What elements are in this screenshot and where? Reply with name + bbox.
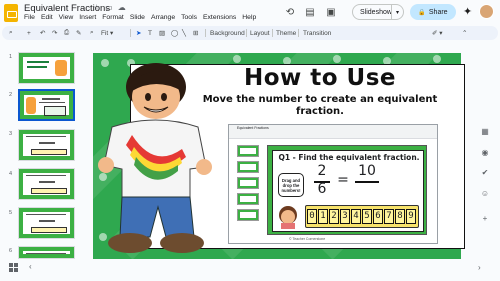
contacts-icon[interactable]: ☺ xyxy=(480,189,490,199)
menu-view[interactable]: View xyxy=(59,14,74,21)
line-icon[interactable]: ╲ xyxy=(182,27,186,39)
collapse-filmstrip-icon[interactable]: ‹ xyxy=(29,262,32,271)
toolbar-divider xyxy=(205,29,206,37)
comment-add-icon[interactable]: ⊞ xyxy=(193,27,198,39)
print-icon[interactable]: ⎙ xyxy=(64,27,69,39)
menu-help[interactable]: Help xyxy=(242,14,256,21)
slide-number: 3 xyxy=(9,131,13,137)
slide-thumbnail-5[interactable] xyxy=(18,207,75,239)
slide-number: 4 xyxy=(9,171,13,177)
background-button[interactable]: Background xyxy=(210,27,245,39)
number-tile[interactable]: 8 xyxy=(395,209,405,224)
menu-arrange[interactable]: Arrange xyxy=(151,14,175,21)
meet-icon[interactable]: ▣ xyxy=(324,5,338,19)
number-tile[interactable]: 5 xyxy=(362,209,372,224)
left-denominator: 6 xyxy=(317,181,327,197)
share-button[interactable]: 🔒 Share xyxy=(410,4,456,20)
equals-sign: = xyxy=(337,172,349,188)
left-numerator: 2 xyxy=(317,163,327,179)
menu-tools[interactable]: Tools xyxy=(181,14,197,21)
search-menus-icon[interactable]: ⌕ xyxy=(9,27,13,39)
right-numerator: 10 xyxy=(358,163,376,179)
zoom-icon[interactable]: ⌕ xyxy=(90,27,94,39)
slide-thumbnail-1[interactable] xyxy=(18,52,75,84)
grid-view-icon[interactable] xyxy=(9,263,18,272)
number-tile[interactable]: 3 xyxy=(340,209,350,224)
number-tile[interactable]: 6 xyxy=(373,209,383,224)
transition-button[interactable]: Transition xyxy=(303,27,331,39)
star-icon[interactable]: ☆ xyxy=(93,3,100,12)
redo-icon[interactable]: ↷ xyxy=(52,27,57,39)
menu-edit[interactable]: Edit xyxy=(41,14,53,21)
slide-number: 5 xyxy=(9,210,13,216)
slideshow-button[interactable]: Slideshow ▾ xyxy=(352,4,404,20)
lock-icon: 🔒 xyxy=(418,9,426,16)
text-box-icon[interactable]: T xyxy=(148,27,152,39)
slide-thumbnail-2[interactable] xyxy=(18,89,75,121)
number-tile[interactable]: 0 xyxy=(307,209,317,224)
toolbar-divider xyxy=(246,29,247,37)
gemini-icon[interactable]: ✦ xyxy=(463,5,472,18)
toolbar-divider xyxy=(298,29,299,37)
share-label: Share xyxy=(428,8,448,16)
slide-number: 2 xyxy=(9,92,13,98)
slideshow-label: Slideshow xyxy=(360,8,392,16)
slide-heading[interactable]: How to Use xyxy=(220,65,420,91)
paint-format-icon[interactable]: ✎ xyxy=(76,27,81,39)
cloud-saved-icon[interactable]: ☁ xyxy=(118,3,126,12)
menu-bar: File Edit View Insert Format Slide Arran… xyxy=(24,14,256,21)
undo-icon[interactable]: ↶ xyxy=(40,27,45,39)
girl-icon xyxy=(279,206,297,229)
question-title: Q1 - Find the equivalent fraction. xyxy=(278,153,420,162)
toolbar-divider xyxy=(272,29,273,37)
chevron-up-icon[interactable]: ⌃ xyxy=(462,27,467,39)
number-tile[interactable]: 9 xyxy=(406,209,416,224)
inner-slide: Q1 - Find the equivalent fraction. Drag … xyxy=(267,145,427,235)
slide-number: 1 xyxy=(9,54,13,60)
menu-format[interactable]: Format xyxy=(102,14,124,21)
number-tile[interactable]: 2 xyxy=(329,209,339,224)
number-tile[interactable]: 4 xyxy=(351,209,361,224)
slide-thumbnail-3[interactable] xyxy=(18,129,75,161)
side-panel-toggle-icon[interactable]: › xyxy=(478,263,481,272)
select-tool-icon[interactable]: ➤ xyxy=(136,27,141,39)
calendar-icon[interactable]: ▦ xyxy=(480,127,490,137)
drag-hint: Drag and drop the numbers! xyxy=(278,173,304,197)
slide-number: 6 xyxy=(9,248,13,254)
history-icon[interactable]: ⟲ xyxy=(283,5,297,19)
image-icon[interactable]: ▨ xyxy=(159,27,165,39)
new-slide-icon[interactable]: + xyxy=(27,27,31,39)
slide-subheading[interactable]: Move the number to create an equivalent … xyxy=(190,94,450,118)
slide-thumbnail-4[interactable] xyxy=(18,168,75,200)
bottom-bar xyxy=(0,259,500,281)
slides-logo[interactable] xyxy=(4,4,18,22)
number-tile[interactable]: 7 xyxy=(384,209,394,224)
zoom-select[interactable]: Fit ▾ xyxy=(101,27,113,39)
slide-thumbnail-6[interactable] xyxy=(18,246,75,259)
theme-button[interactable]: Theme xyxy=(276,27,296,39)
menu-insert[interactable]: Insert xyxy=(79,14,96,21)
inner-doc-title: Equivalent Fractions xyxy=(237,126,269,130)
menu-file[interactable]: File xyxy=(24,14,35,21)
menu-extensions[interactable]: Extensions xyxy=(203,14,236,21)
comments-icon[interactable]: ▤ xyxy=(303,5,317,19)
move-folder-icon[interactable]: ▭ xyxy=(105,3,113,12)
inner-footer: © Teacher Cornerstone xyxy=(289,237,326,241)
avatar[interactable] xyxy=(479,4,494,19)
example-screenshot-image[interactable]: Equivalent Fractions Q1 - Find the equiv… xyxy=(228,124,438,244)
number-tile[interactable]: 1 xyxy=(318,209,328,224)
chevron-down-icon[interactable]: ▾ xyxy=(391,5,403,19)
layout-button[interactable]: Layout xyxy=(250,27,270,39)
menu-slide[interactable]: Slide xyxy=(130,14,145,21)
pen-icon[interactable]: ✐ ▾ xyxy=(432,27,443,39)
boy-illustration[interactable] xyxy=(94,57,224,260)
toolbar-divider xyxy=(130,29,131,37)
tasks-icon[interactable]: ✔ xyxy=(480,168,490,178)
zoom-label: Fit xyxy=(101,29,109,37)
shape-icon[interactable]: ◯ xyxy=(171,27,178,39)
keep-icon[interactable]: ◉ xyxy=(480,148,490,158)
get-addons-icon[interactable]: + xyxy=(480,214,490,224)
